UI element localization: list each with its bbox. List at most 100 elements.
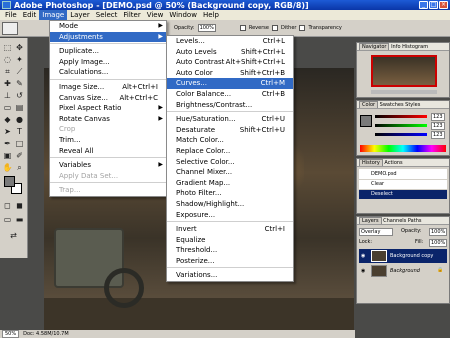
dodge-tool-icon[interactable]: ●: [14, 114, 25, 125]
history-step-deselect[interactable]: Deselect: [359, 190, 447, 199]
adjustment-item-photo-filter[interactable]: Photo Filter...: [167, 188, 293, 199]
layer-opacity-field[interactable]: 100%: [429, 228, 448, 236]
menu-item-trim[interactable]: Trim...: [50, 135, 166, 146]
adjustment-item-brightness-contrast[interactable]: Brightness/Contrast...: [167, 100, 293, 111]
layer-row-background[interactable]: ◉ Background 🔒: [359, 264, 447, 278]
shape-tool-icon[interactable]: □: [14, 138, 25, 149]
fullscreen-mode-icon[interactable]: ▬: [14, 214, 25, 225]
adjustment-item-auto-levels[interactable]: Auto Levels Shift+Ctrl+L: [167, 47, 293, 58]
adjustment-item-shadow-highlight[interactable]: Shadow/Highlight...: [167, 199, 293, 210]
crop-tool-icon[interactable]: ⌗: [2, 66, 13, 77]
menu-view[interactable]: View: [144, 10, 167, 20]
foreground-color-swatch[interactable]: [4, 176, 15, 187]
pen-tool-icon[interactable]: ✒: [2, 138, 13, 149]
close-button[interactable]: ×: [439, 1, 448, 9]
zoom-tool-icon[interactable]: ⌕: [14, 162, 25, 173]
menu-item-rotate-canvas[interactable]: Rotate Canvas ▶: [50, 114, 166, 125]
layer-row-background-copy[interactable]: ◉ Background copy: [359, 249, 447, 263]
adjustment-item-posterize[interactable]: Posterize...: [167, 256, 293, 267]
menu-item-calculations[interactable]: Calculations...: [50, 67, 166, 78]
tab-channels[interactable]: Channels: [383, 218, 406, 224]
navigator-zoom-slider[interactable]: [371, 90, 437, 94]
menu-edit[interactable]: Edit: [20, 10, 40, 20]
lasso-tool-icon[interactable]: ◌: [2, 54, 13, 65]
adjustment-item-color-balance[interactable]: Color Balance... Ctrl+B: [167, 89, 293, 100]
reverse-checkbox[interactable]: [239, 25, 246, 31]
tab-swatches[interactable]: Swatches: [380, 102, 404, 108]
tab-navigator[interactable]: Navigator: [359, 43, 390, 50]
eraser-tool-icon[interactable]: ▭: [2, 102, 13, 113]
fill-field[interactable]: 100%: [429, 239, 448, 247]
eye-icon[interactable]: ◉: [361, 253, 365, 259]
menu-item-variables[interactable]: Variables ▶: [50, 160, 166, 171]
adjustment-item-auto-color[interactable]: Auto Color Shift+Ctrl+B: [167, 68, 293, 79]
menu-item-mode[interactable]: Mode ▶: [50, 21, 166, 32]
green-slider[interactable]: [375, 124, 427, 127]
brush-tool-icon[interactable]: ✎: [14, 78, 25, 89]
photoshop-app-icon[interactable]: [2, 1, 11, 9]
notes-tool-icon[interactable]: ▣: [2, 150, 13, 161]
tab-history[interactable]: History: [359, 159, 383, 166]
menu-image[interactable]: Image: [39, 10, 68, 20]
screen-mode-icon[interactable]: ▭: [2, 214, 13, 225]
adjustment-item-invert[interactable]: Invert Ctrl+I: [167, 224, 293, 235]
green-value[interactable]: 123: [431, 122, 445, 130]
color-fg-swatch[interactable]: [360, 115, 372, 127]
adjustment-item-desaturate[interactable]: Desaturate Shift+Ctrl+U: [167, 125, 293, 136]
jump-to-imageready-icon[interactable]: ⇄: [8, 230, 19, 241]
history-snapshot-row[interactable]: DEMO.psd: [359, 169, 447, 179]
eyedropper-tool-icon[interactable]: ✐: [14, 150, 25, 161]
history-step-clear[interactable]: Clear: [359, 180, 447, 189]
healing-brush-tool-icon[interactable]: ✚: [2, 78, 13, 89]
tab-paths[interactable]: Paths: [408, 218, 422, 224]
blue-value[interactable]: 123: [431, 131, 445, 139]
path-selection-tool-icon[interactable]: ➤: [2, 126, 13, 137]
quick-mask-icon[interactable]: ◼: [14, 200, 25, 211]
blend-mode-select[interactable]: Overlay: [359, 228, 393, 236]
hand-tool-icon[interactable]: ✋: [2, 162, 13, 173]
adjustment-item-curves[interactable]: Curves... Ctrl+M: [167, 78, 293, 89]
tool-preset-picker[interactable]: [2, 21, 18, 35]
move-tool-icon[interactable]: ✥: [14, 42, 25, 53]
minimize-button[interactable]: _: [419, 1, 428, 9]
navigator-preview[interactable]: [371, 55, 437, 87]
red-value[interactable]: 123: [431, 113, 445, 121]
adjustment-item-levels[interactable]: Levels... Ctrl+L: [167, 36, 293, 47]
transparency-checkbox[interactable]: [299, 25, 306, 31]
menu-item-adjustments[interactable]: Adjustments ▶: [50, 31, 166, 43]
red-slider[interactable]: [375, 115, 427, 118]
tab-info[interactable]: Info: [391, 44, 400, 50]
marquee-tool-icon[interactable]: ⬚: [2, 42, 13, 53]
tab-layers[interactable]: Layers: [359, 217, 382, 224]
menu-filter[interactable]: Filter: [120, 10, 143, 20]
zoom-field[interactable]: 50%: [2, 330, 20, 338]
menu-window[interactable]: Window: [166, 10, 200, 20]
adjustment-item-auto-contrast[interactable]: Auto Contrast Alt+Shift+Ctrl+L: [167, 57, 293, 68]
menu-select[interactable]: Select: [93, 10, 121, 20]
menu-item-canvas-size[interactable]: Canvas Size... Alt+Ctrl+C: [50, 93, 166, 104]
adjustment-item-variations[interactable]: Variations...: [167, 270, 293, 281]
adjustment-item-channel-mixer[interactable]: Channel Mixer...: [167, 167, 293, 178]
adjustment-item-threshold[interactable]: Threshold...: [167, 245, 293, 256]
menu-item-reveal-all[interactable]: Reveal All: [50, 146, 166, 157]
tab-histogram[interactable]: Histogram: [402, 44, 428, 50]
tab-color[interactable]: Color: [359, 101, 379, 108]
adjustment-item-match-color[interactable]: Match Color...: [167, 135, 293, 146]
dither-checkbox[interactable]: [271, 25, 278, 31]
opacity-field[interactable]: 100%: [197, 24, 216, 32]
adjustment-item-replace-color[interactable]: Replace Color...: [167, 146, 293, 157]
tab-actions[interactable]: Actions: [384, 160, 402, 166]
menu-item-apply-image[interactable]: Apply Image...: [50, 57, 166, 68]
adjustment-item-hue-saturation[interactable]: Hue/Saturation... Ctrl+U: [167, 114, 293, 125]
standard-mode-icon[interactable]: ◻: [2, 200, 13, 211]
maximize-button[interactable]: □: [429, 1, 438, 9]
color-ramp[interactable]: [360, 145, 446, 152]
adjustment-item-equalize[interactable]: Equalize: [167, 235, 293, 246]
adjustment-item-gradient-map[interactable]: Gradient Map...: [167, 178, 293, 189]
blur-tool-icon[interactable]: ◆: [2, 114, 13, 125]
magic-wand-tool-icon[interactable]: ✦: [14, 54, 25, 65]
slice-tool-icon[interactable]: ⟋: [14, 66, 25, 77]
stamp-tool-icon[interactable]: ⊥: [2, 90, 13, 101]
eye-icon[interactable]: ◉: [361, 268, 365, 274]
menu-item-pixel-aspect-ratio[interactable]: Pixel Aspect Ratio ▶: [50, 103, 166, 114]
